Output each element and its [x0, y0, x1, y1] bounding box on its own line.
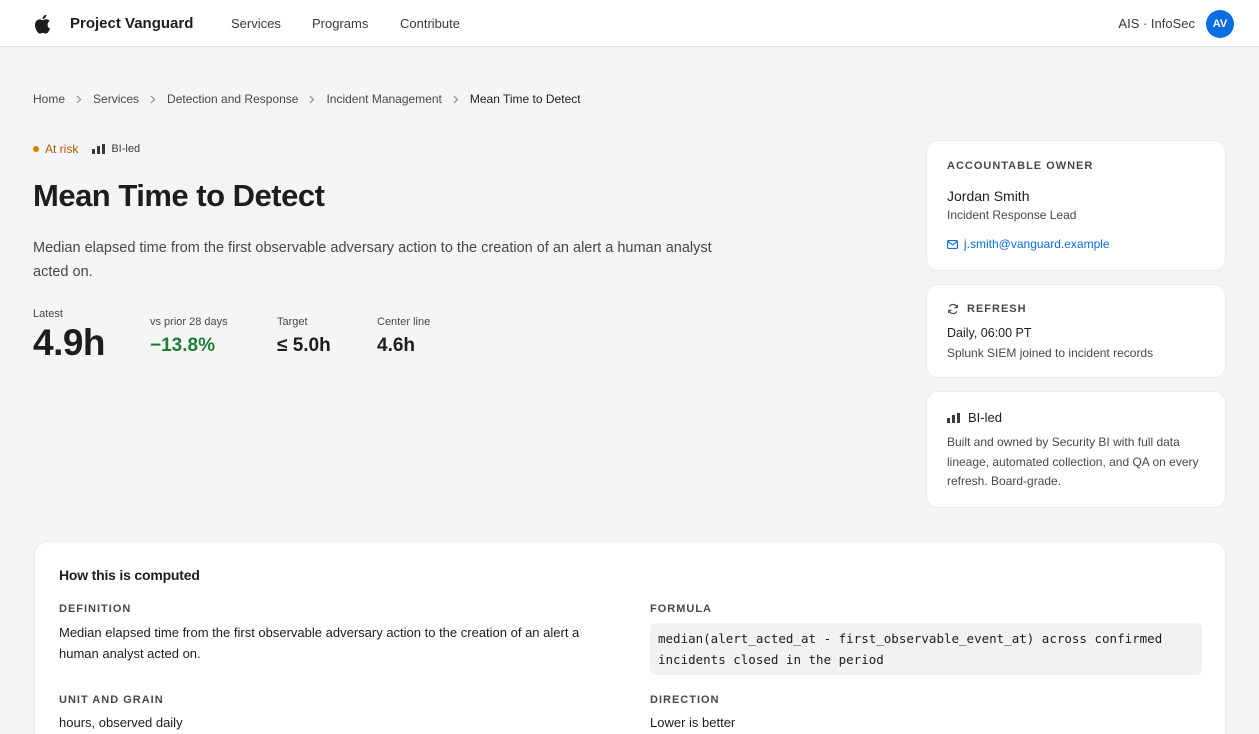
page-title: Mean Time to Detect: [33, 178, 325, 213]
status-badge: At risk: [45, 142, 79, 156]
bi-led-card-header: BI-led: [947, 410, 1002, 425]
refresh-card-eyebrow: REFRESH: [967, 303, 1027, 315]
metric-change-label: vs prior 28 days: [150, 316, 228, 328]
user-avatar[interactable]: AV: [1206, 10, 1234, 38]
metric-latest-value: 4.9h: [33, 322, 106, 363]
bi-led-card-title: BI-led: [968, 410, 1002, 425]
owner-role: Incident Response Lead: [947, 208, 1077, 222]
chevron-right-icon: [304, 93, 320, 105]
chevron-right-icon: [71, 93, 87, 105]
direction-text: Lower is better: [650, 715, 736, 730]
refresh-card: REFRESH Daily, 06:00 PT Splunk SIEM join…: [926, 284, 1226, 378]
formula-label: FORMULA: [650, 603, 712, 615]
owner-name: Jordan Smith: [947, 188, 1030, 204]
brand-name[interactable]: Project Vanguard: [70, 15, 193, 32]
nav-services[interactable]: Services: [231, 16, 281, 31]
breadcrumb-home[interactable]: Home: [33, 92, 65, 106]
metric-change: vs prior 28 days −13.8%: [150, 316, 228, 357]
metric-description: Median elapsed time from the first obser…: [33, 240, 712, 280]
apple-logo-icon[interactable]: [33, 14, 51, 34]
chevron-right-icon: [448, 93, 464, 105]
bar-chart-icon: [947, 412, 960, 423]
breadcrumb-current: Mean Time to Detect: [469, 92, 581, 106]
metric-change-value: −13.8%: [150, 335, 215, 356]
definition-text: Median elapsed time from the first obser…: [59, 625, 580, 661]
metric-target-value: ≤ 5.0h: [277, 335, 331, 356]
formula-code: median(alert_acted_at - first_observable…: [650, 623, 1202, 675]
org-label: AIS · InfoSec: [1118, 16, 1195, 31]
computation-panel: How this is computed DEFINITION Median e…: [34, 541, 1226, 734]
breadcrumb-incident-management[interactable]: Incident Management: [326, 92, 441, 106]
refresh-card-header: REFRESH: [947, 303, 1027, 315]
status-dot-icon: [33, 146, 39, 152]
owner-card: ACCOUNTABLE OWNER Jordan Smith Incident …: [926, 140, 1226, 271]
metric-latest: Latest 4.9h: [33, 308, 106, 364]
breadcrumb: Home Services Detection and Response Inc…: [33, 92, 581, 106]
direction-label: DIRECTION: [650, 694, 720, 706]
unit-grain-text: hours, observed daily: [59, 715, 183, 730]
refresh-icon: [948, 303, 958, 315]
chevron-right-icon: [145, 93, 161, 105]
owner-email-link[interactable]: j.smith@vanguard.example: [947, 237, 1110, 251]
breadcrumb-detection-response[interactable]: Detection and Response: [167, 92, 298, 106]
bi-led-card: BI-led Built and owned by Security BI wi…: [926, 391, 1226, 508]
top-navigation-bar: Project Vanguard Services Programs Contr…: [0, 0, 1259, 47]
refresh-source: Splunk SIEM joined to incident records: [947, 346, 1154, 360]
metric-target-label: Target: [277, 316, 308, 328]
definition-label: DEFINITION: [59, 603, 132, 615]
nav-contribute[interactable]: Contribute: [400, 16, 460, 31]
nav-programs[interactable]: Programs: [312, 16, 368, 31]
status-row: At risk BI-led: [33, 142, 140, 156]
breadcrumb-services[interactable]: Services: [93, 92, 139, 106]
bar-chart-icon: [92, 144, 106, 154]
bi-led-card-body: Built and owned by Security BI with full…: [947, 435, 1199, 488]
metric-center-line: Center line 4.6h: [377, 316, 430, 357]
owner-card-eyebrow: ACCOUNTABLE OWNER: [947, 160, 1094, 172]
bi-led-badge: BI-led: [111, 143, 141, 155]
refresh-schedule: Daily, 06:00 PT: [947, 326, 1032, 340]
mail-icon: [947, 239, 958, 249]
computation-title: How this is computed: [59, 567, 200, 583]
metric-latest-label: Latest: [33, 308, 63, 320]
owner-email-text: j.smith@vanguard.example: [964, 237, 1110, 251]
metric-center-value: 4.6h: [377, 335, 416, 356]
metric-target: Target ≤ 5.0h: [277, 316, 331, 357]
unit-grain-label: UNIT AND GRAIN: [59, 694, 164, 706]
metric-center-label: Center line: [377, 316, 431, 328]
